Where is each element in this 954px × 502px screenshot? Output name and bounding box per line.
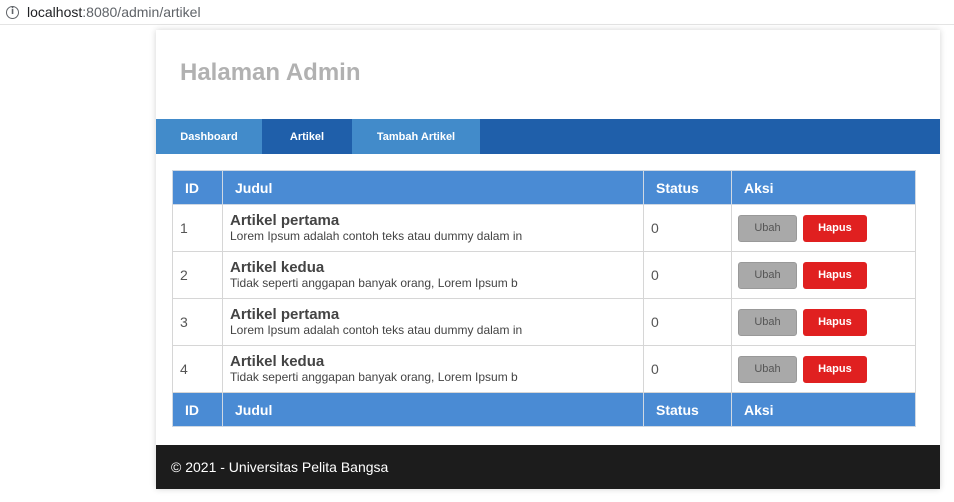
artikel-table: ID Judul Status Aksi 1 Artikel pertama L…	[172, 170, 916, 427]
nav-artikel[interactable]: Artikel	[262, 119, 352, 154]
header-status: Status	[643, 170, 732, 205]
row-id: 1	[172, 204, 223, 252]
row-judul: Artikel pertama Lorem Ipsum adalah conto…	[222, 298, 644, 346]
row-status: 0	[643, 298, 732, 346]
table-row: 2 Artikel kedua Tidak seperti anggapan b…	[172, 251, 916, 299]
row-status: 0	[643, 204, 732, 252]
ubah-button[interactable]: Ubah	[738, 355, 797, 383]
hapus-button[interactable]: Hapus	[802, 308, 867, 336]
footer-status: Status	[643, 392, 732, 427]
ubah-button[interactable]: Ubah	[738, 308, 797, 336]
browser-address-bar[interactable]: i localhost:8080/admin/artikel	[0, 0, 954, 25]
page-title: Halaman Admin	[180, 59, 361, 86]
row-judul: Artikel kedua Tidak seperti anggapan ban…	[222, 345, 644, 393]
hapus-button[interactable]: Hapus	[802, 214, 867, 242]
page-footer: © 2021 - Universitas Pelita Bangsa	[156, 445, 940, 489]
article-title: Artikel kedua	[230, 353, 325, 370]
nav-tambah-artikel[interactable]: Tambah Artikel	[352, 119, 480, 154]
row-id: 2	[172, 251, 223, 299]
url-text[interactable]: localhost:8080/admin/artikel	[27, 4, 201, 20]
article-title: Artikel kedua	[230, 259, 325, 276]
article-title: Artikel pertama	[230, 212, 340, 229]
row-aksi: Ubah Hapus	[731, 204, 916, 252]
footer-judul: Judul	[222, 392, 644, 427]
url-host: localhost	[27, 4, 83, 20]
page-header: Halaman Admin	[156, 30, 940, 119]
table-row: 4 Artikel kedua Tidak seperti anggapan b…	[172, 345, 916, 393]
header-id: ID	[172, 170, 223, 205]
main-nav: Dashboard Artikel Tambah Artikel	[156, 119, 940, 154]
main-container: Halaman Admin Dashboard Artikel Tambah A…	[156, 30, 940, 489]
row-aksi: Ubah Hapus	[731, 298, 916, 346]
table-footer-row: ID Judul Status Aksi	[172, 392, 916, 427]
row-judul: Artikel pertama Lorem Ipsum adalah conto…	[222, 204, 644, 252]
nav-dashboard[interactable]: Dashboard	[156, 119, 262, 154]
ubah-button[interactable]: Ubah	[738, 214, 797, 242]
article-desc: Lorem Ipsum adalah contoh teks atau dumm…	[230, 323, 523, 337]
article-title: Artikel pertama	[230, 306, 340, 323]
row-aksi: Ubah Hapus	[731, 345, 916, 393]
ubah-button[interactable]: Ubah	[738, 261, 797, 289]
article-desc: Lorem Ipsum adalah contoh teks atau dumm…	[230, 229, 523, 243]
article-desc: Tidak seperti anggapan banyak orang, Lor…	[230, 370, 518, 384]
table-row: 3 Artikel pertama Lorem Ipsum adalah con…	[172, 298, 916, 346]
info-icon[interactable]: i	[6, 5, 19, 19]
url-path: :8080/admin/artikel	[82, 4, 201, 20]
row-status: 0	[643, 345, 732, 393]
content-area: ID Judul Status Aksi 1 Artikel pertama L…	[156, 154, 940, 445]
row-aksi: Ubah Hapus	[731, 251, 916, 299]
table-header-row: ID Judul Status Aksi	[172, 170, 916, 205]
row-judul: Artikel kedua Tidak seperti anggapan ban…	[222, 251, 644, 299]
hapus-button[interactable]: Hapus	[802, 355, 867, 383]
row-status: 0	[643, 251, 732, 299]
header-judul: Judul	[222, 170, 644, 205]
table-row: 1 Artikel pertama Lorem Ipsum adalah con…	[172, 204, 916, 252]
footer-id: ID	[172, 392, 223, 427]
row-id: 4	[172, 345, 223, 393]
hapus-button[interactable]: Hapus	[802, 261, 867, 289]
footer-aksi: Aksi	[731, 392, 916, 427]
row-id: 3	[172, 298, 223, 346]
article-desc: Tidak seperti anggapan banyak orang, Lor…	[230, 276, 518, 290]
header-aksi: Aksi	[731, 170, 916, 205]
